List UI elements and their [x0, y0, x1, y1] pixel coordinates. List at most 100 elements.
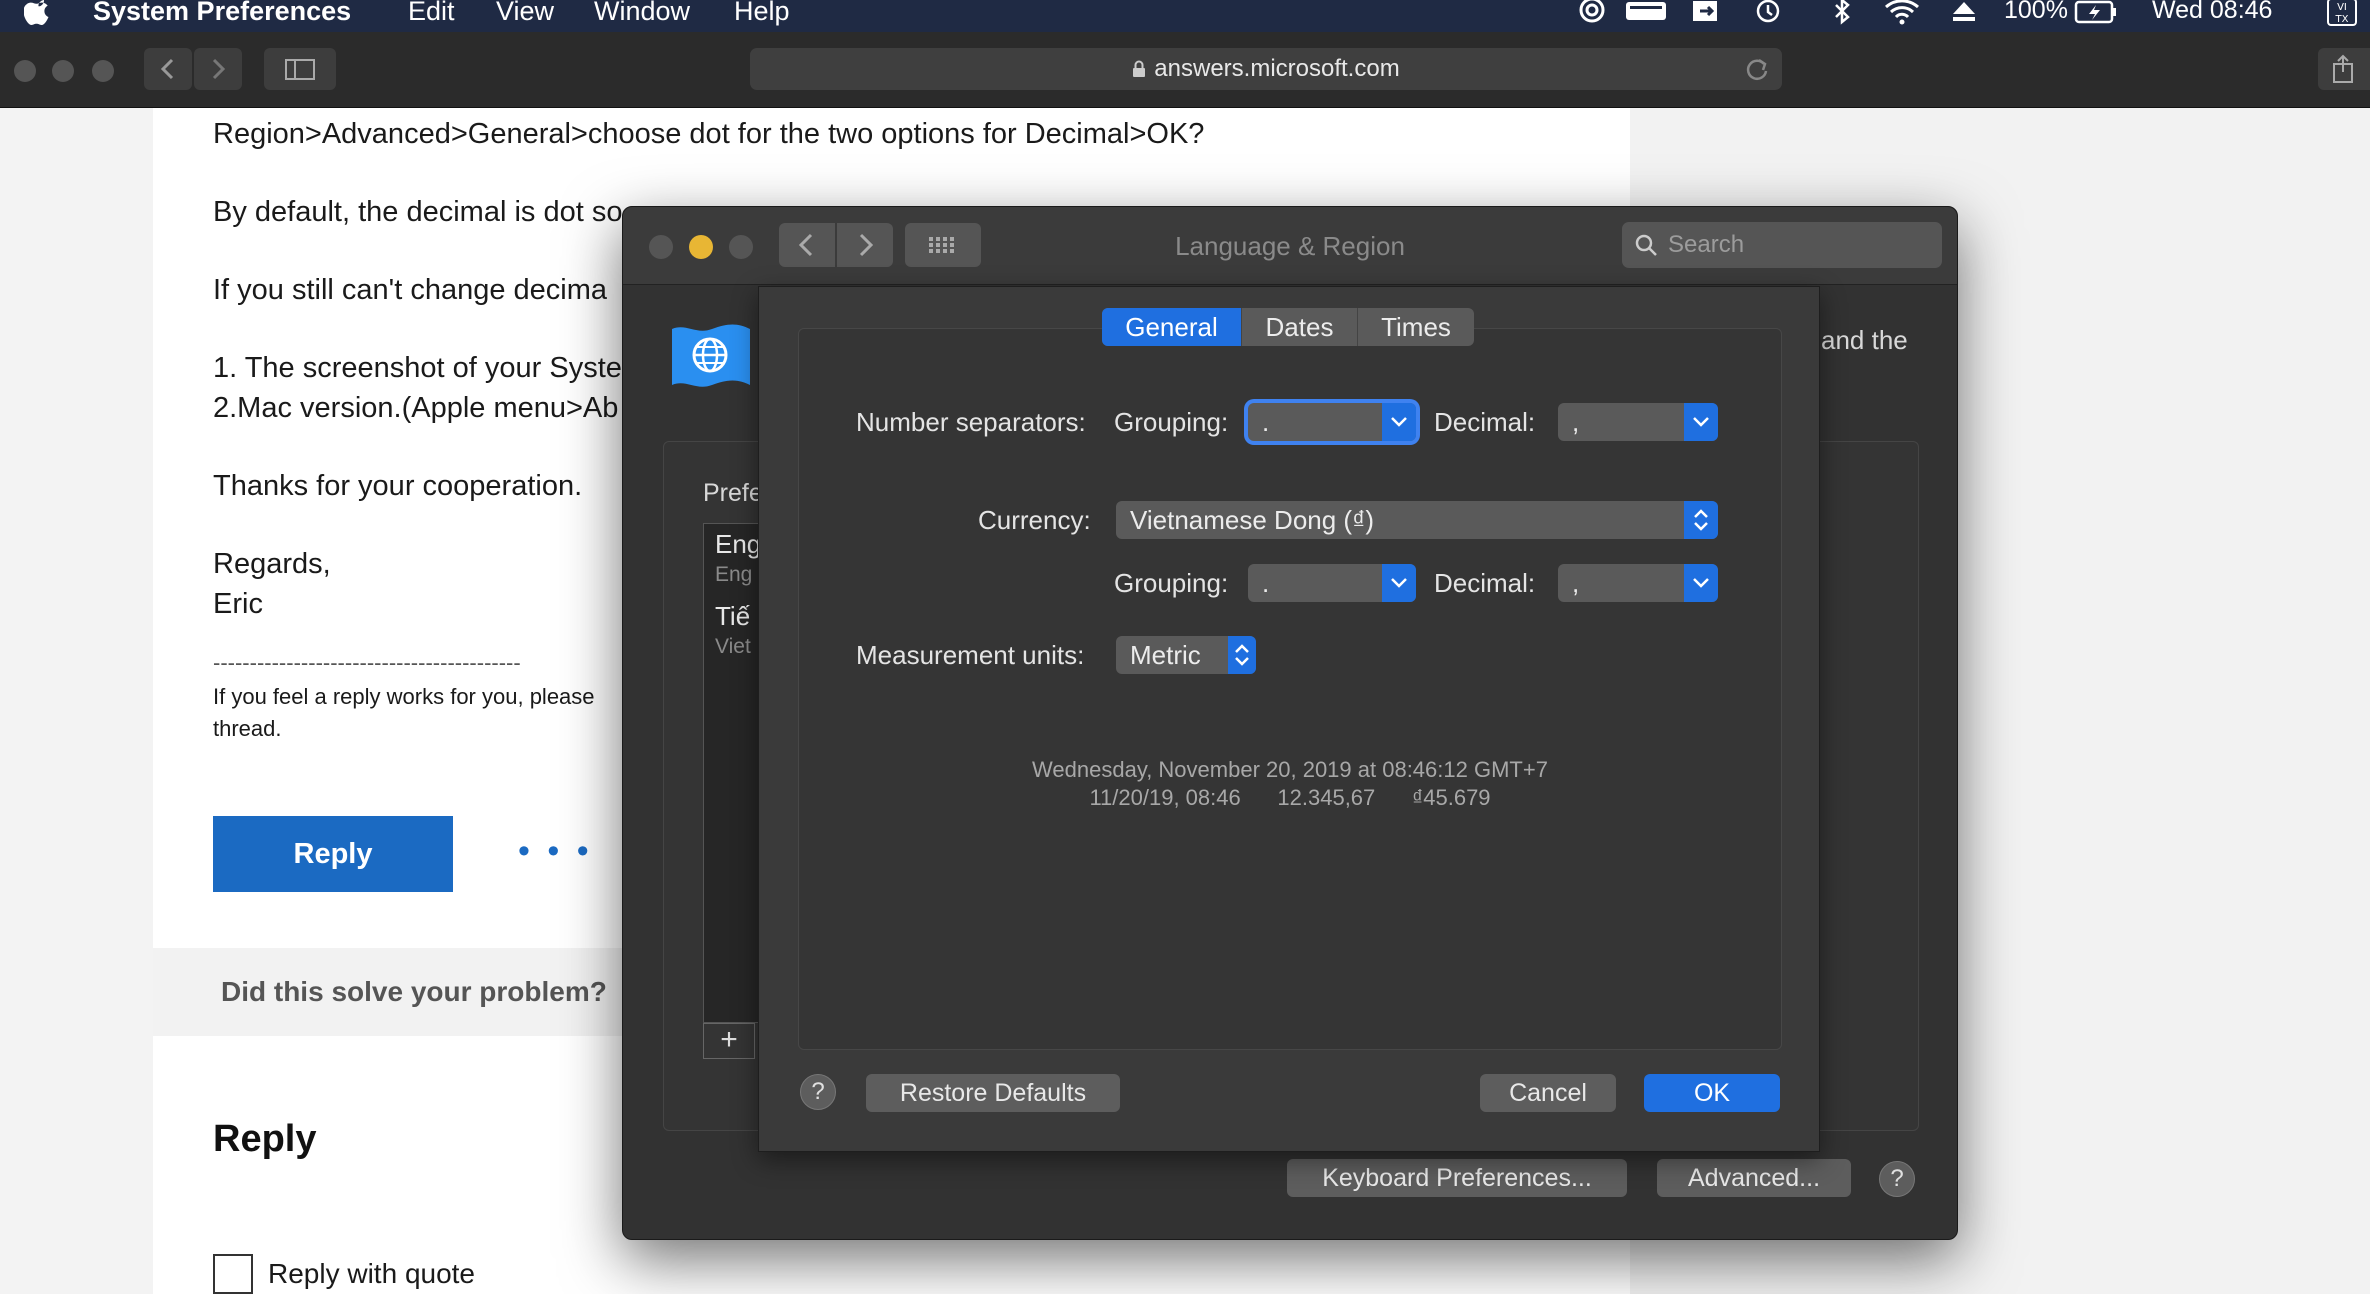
- popup-value: ,: [1572, 567, 1580, 598]
- battery-percent: 100%: [2004, 0, 2068, 24]
- language-list[interactable]: [703, 523, 763, 1023]
- search-placeholder: Search: [1668, 231, 1745, 258]
- popup-value: ,: [1572, 406, 1580, 437]
- signature: Eric: [213, 588, 263, 620]
- decimal-label: Decimal:: [1434, 407, 1536, 437]
- helpful-note: If you feel a reply works for you, pleas…: [213, 684, 595, 709]
- reply-heading: Reply: [213, 1118, 317, 1160]
- description-text: and the: [1821, 325, 1908, 355]
- share-button[interactable]: [2318, 48, 2370, 90]
- chevron-down-icon: [1382, 403, 1416, 441]
- grouping-label: Grouping:: [1114, 568, 1229, 598]
- menu-edit[interactable]: Edit: [408, 0, 455, 27]
- language-item-vietnamese[interactable]: Tiế: [715, 601, 750, 632]
- wifi-icon[interactable]: [1882, 0, 1922, 26]
- language-item-english[interactable]: Eng: [715, 529, 761, 560]
- tab-bar: General Dates Times: [1102, 308, 1474, 346]
- measurement-units-label: Measurement units:: [856, 640, 1085, 670]
- keyboard-preferences-button[interactable]: Keyboard Preferences...: [1287, 1159, 1627, 1197]
- svg-text:VI: VI: [2337, 2, 2347, 13]
- measurement-units-popup[interactable]: Metric: [1116, 636, 1256, 674]
- keyboard-status-icon[interactable]: [1624, 0, 1668, 26]
- reload-icon[interactable]: [1744, 56, 1770, 82]
- reply-with-quote-checkbox[interactable]: [213, 1254, 253, 1294]
- currency-grouping-popup[interactable]: .: [1248, 564, 1416, 602]
- browser-close-button[interactable]: [14, 60, 36, 82]
- battery-charging-icon[interactable]: [2074, 0, 2118, 26]
- article-line: 2.Mac version.(Apple menu>Ab: [213, 392, 619, 424]
- menu-help[interactable]: Help: [734, 0, 790, 27]
- popup-value: Vietnamese Dong (₫): [1130, 504, 1375, 535]
- chevron-right-icon: [212, 58, 226, 80]
- sidebar-toggle-button[interactable]: [264, 48, 336, 90]
- tab-general[interactable]: General: [1102, 308, 1242, 346]
- app-menu[interactable]: System Preferences: [93, 0, 351, 27]
- tab-dates[interactable]: Dates: [1242, 308, 1358, 346]
- preferred-languages-label: Prefe: [703, 479, 763, 507]
- format-preview-numbers: 11/20/19, 08:46 12.345,67 ₫45.679: [1089, 785, 1491, 810]
- sidebar-icon: [285, 59, 315, 80]
- browser-minimize-button[interactable]: [52, 60, 74, 82]
- browser-back-button[interactable]: [144, 48, 192, 90]
- creative-cloud-icon[interactable]: [1576, 0, 1608, 26]
- browser-forward-button[interactable]: [194, 48, 242, 90]
- advanced-button[interactable]: Advanced...: [1657, 1159, 1851, 1197]
- prefs-search-field[interactable]: Search: [1622, 222, 1942, 268]
- currency-popup[interactable]: Vietnamese Dong (₫): [1116, 501, 1718, 539]
- share-icon: [2333, 54, 2353, 83]
- popup-value: .: [1262, 406, 1270, 437]
- grouping-label: Grouping:: [1114, 407, 1229, 437]
- helpful-note: thread.: [213, 716, 282, 741]
- article-line: Thanks for your cooperation.: [213, 470, 583, 502]
- number-grouping-popup[interactable]: .: [1248, 403, 1416, 441]
- chevron-down-icon: [1382, 564, 1416, 602]
- currency-decimal-popup[interactable]: ,: [1558, 564, 1718, 602]
- lock-icon: [1133, 60, 1146, 77]
- url-text: answers.microsoft.com: [1154, 55, 1400, 82]
- chevron-down-icon: [1684, 403, 1718, 441]
- help-button[interactable]: ?: [1879, 1161, 1915, 1197]
- bluetooth-icon[interactable]: [1826, 0, 1858, 26]
- apple-logo-icon[interactable]: [24, 0, 54, 26]
- number-decimal-popup[interactable]: ,: [1558, 403, 1718, 441]
- menu-window[interactable]: Window: [594, 0, 690, 27]
- time-machine-icon[interactable]: [1752, 0, 1784, 26]
- solve-question: Did this solve your problem?: [221, 976, 607, 1007]
- restore-defaults-button[interactable]: Restore Defaults: [866, 1074, 1120, 1112]
- add-language-button[interactable]: +: [703, 1023, 755, 1059]
- display-mirror-icon[interactable]: [1690, 0, 1722, 26]
- cancel-button[interactable]: Cancel: [1480, 1074, 1616, 1112]
- menu-bar: System Preferences Edit View Window Help…: [0, 0, 2370, 32]
- address-bar[interactable]: answers.microsoft.com: [750, 48, 1782, 90]
- reply-with-quote-label[interactable]: Reply with quote: [268, 1258, 475, 1290]
- decimal-label: Decimal:: [1434, 568, 1536, 598]
- currency-label: Currency:: [978, 505, 1091, 535]
- menu-view[interactable]: View: [496, 0, 554, 27]
- eject-icon[interactable]: [1948, 0, 1980, 26]
- language-region-flag-icon: [672, 324, 750, 387]
- sheet-help-button[interactable]: ?: [800, 1074, 836, 1110]
- article-line: If you still can't change decima: [213, 274, 608, 306]
- chevron-updown-icon: [1228, 636, 1256, 674]
- popup-value: Metric: [1130, 639, 1201, 670]
- popup-value: .: [1262, 567, 1270, 598]
- clock[interactable]: Wed 08:46: [2152, 0, 2272, 25]
- ok-button[interactable]: OK: [1644, 1074, 1780, 1112]
- chevron-updown-icon: [1684, 501, 1718, 539]
- tab-times[interactable]: Times: [1358, 308, 1474, 346]
- search-icon: [1635, 234, 1657, 256]
- language-item-sub: Eng: [715, 563, 753, 586]
- format-preview-date: Wednesday, November 20, 2019 at 08:46:12…: [1032, 757, 1548, 782]
- article-line: Region>Advanced>General>choose dot for t…: [213, 118, 1205, 150]
- article-line: Regards,: [213, 548, 331, 580]
- chevron-left-icon: [160, 58, 174, 80]
- article-line: By default, the decimal is dot so: [213, 196, 623, 228]
- input-source-icon[interactable]: VITX: [2326, 0, 2358, 26]
- article-line: 1. The screenshot of your Syste: [213, 352, 622, 384]
- reply-button[interactable]: Reply: [213, 816, 453, 892]
- divider-line: ----------------------------------------…: [213, 650, 521, 675]
- more-options-button[interactable]: • • •: [518, 832, 593, 871]
- number-separators-label: Number separators:: [856, 407, 1086, 437]
- chevron-down-icon: [1684, 564, 1718, 602]
- browser-zoom-button[interactable]: [92, 60, 114, 82]
